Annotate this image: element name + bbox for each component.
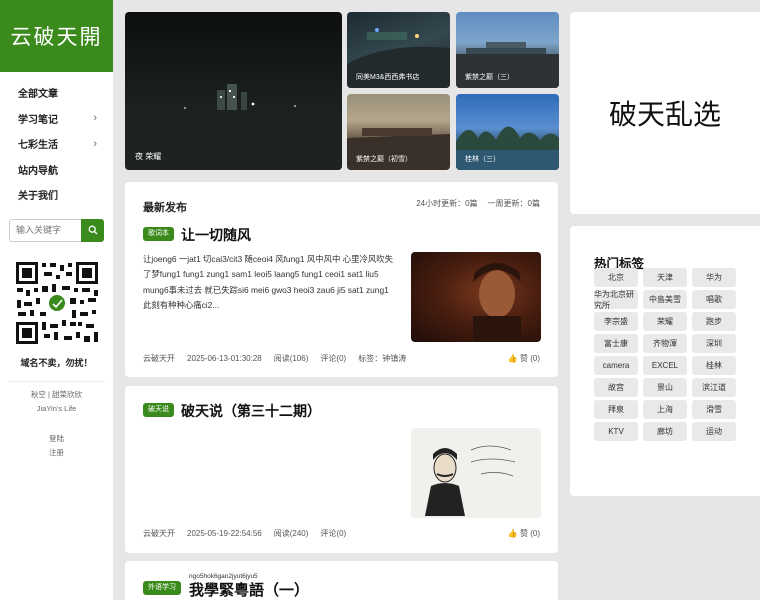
post-title[interactable]: 破天说（第三十二期） [181, 401, 321, 421]
tag-item[interactable]: KTV [594, 422, 638, 441]
tag-item[interactable]: 天津 [643, 268, 687, 287]
tag-item[interactable]: camera [594, 356, 638, 375]
post-author[interactable]: 云破天开 [143, 529, 175, 538]
post-excerpt: 让joeng6 一jat1 切cai3/cit3 随ceoi4 风fung1 风… [143, 254, 393, 311]
tag-item[interactable]: 中島美雪 [643, 290, 687, 309]
tag-item[interactable]: 荣耀 [643, 312, 687, 331]
tag-item[interactable]: EXCEL [643, 356, 687, 375]
post-comments[interactable]: 评论(0) [320, 354, 346, 363]
category-badge[interactable]: 外语学习 [143, 581, 181, 595]
night-city-photo [125, 84, 342, 170]
gallery-caption: 桂林（三） [465, 156, 500, 163]
post-title[interactable]: 我學緊粵語（一） [189, 579, 309, 600]
tag-item[interactable]: 唱歌 [692, 290, 736, 309]
gallery-item-guilin-3[interactable]: 桂林（三） [456, 94, 559, 170]
post-date: 2025-05-19-22:54:56 [187, 529, 262, 538]
nav-item-about-us[interactable]: 关于我们 [0, 182, 113, 208]
search-icon [88, 225, 97, 235]
qr-code [13, 259, 100, 346]
gallery-caption: 夜 荣耀 [135, 152, 162, 161]
post-reads: 阅读(106) [273, 354, 309, 363]
post-card: 最新发布 24小时更新：0篇 一周更新：0篇 歌词本 让一切随风 让joeng6 … [125, 182, 558, 377]
thumbs-up-icon: 👍 [507, 354, 518, 363]
register-link[interactable]: 注册 [0, 446, 113, 460]
search-input[interactable] [9, 218, 81, 242]
tag-item[interactable]: 华为 [692, 268, 736, 287]
post-reads: 阅读(240) [273, 529, 309, 538]
tag-item[interactable]: 北京 [594, 268, 638, 287]
gallery-caption: 紫禁之巅（三） [465, 74, 514, 81]
thumbs-up-icon: 👍 [507, 529, 518, 538]
post-comments[interactable]: 评论(0) [320, 529, 346, 538]
post-meta: 云破天开 2025-06-13-01:30:28 阅读(106) 评论(0) 标签：钟镇… [143, 353, 418, 364]
gallery-caption: 紫禁之巅（初雪） [356, 156, 412, 163]
post-card: 破天说 破天说（第三十二期） 云破天开 2025-05-19-22:54:56 阅读… [125, 386, 558, 553]
tag-item[interactable]: 廊坊 [643, 422, 687, 441]
tag-cloud: 北京 天津 华为 华为北京研究所 中島美雪 唱歌 李宗盛 荣耀 跑步 富士康 齐… [594, 268, 739, 441]
nav-item-study-notes[interactable]: 学习笔记 › [0, 106, 113, 132]
post-title[interactable]: 让一切随风 [181, 225, 251, 245]
tag-item[interactable]: 上海 [643, 400, 687, 419]
post-author[interactable]: 云破天开 [143, 354, 175, 363]
banner-title: 破天乱选 [570, 12, 760, 214]
tag-item[interactable]: 华为北京研究所 [594, 290, 638, 310]
tag-item[interactable]: 跑步 [692, 312, 736, 331]
qr-slogan: 域名不卖，勿扰！ [20, 357, 93, 368]
tag-item[interactable]: 拜泉 [594, 400, 638, 419]
tag-item[interactable]: 李宗盛 [594, 312, 638, 331]
chevron-right-icon: › [93, 112, 97, 125]
chevron-right-icon: › [93, 137, 97, 150]
search-form [9, 218, 104, 242]
site-logo[interactable]: 云破天開 [0, 0, 113, 72]
login-link[interactable]: 登陆 [0, 432, 113, 446]
post-card: 外语学习 ngo5hok6gan2jyut6jyu5 我學緊粵語（一） [125, 561, 558, 600]
footer-link-life[interactable]: JiaYin's Life [0, 402, 113, 416]
tag-item[interactable]: 滨江道 [692, 378, 736, 397]
latest-heading: 最新发布 [143, 202, 187, 214]
gallery-caption: 同美M3&西西弗书店 [356, 74, 420, 81]
footer-link-friends[interactable]: 秋空 | 甜菜欣欣 [0, 388, 113, 402]
tag-item[interactable]: 滑雪 [692, 400, 736, 419]
gallery-item-forbidden-city-snow[interactable]: 紫禁之巅（初雪） [347, 94, 450, 170]
nav-item-all-articles[interactable]: 全部文章 [0, 80, 113, 106]
update-counts: 24小时更新：0篇 一周更新：0篇 [416, 199, 540, 208]
gallery-item-night-honor[interactable]: 夜 荣耀 [125, 12, 342, 170]
gallery-item-forbidden-city-3[interactable]: 紫禁之巅（三） [456, 12, 559, 88]
gallery-item-bookstore[interactable]: 同美M3&西西弗书店 [347, 12, 450, 88]
tag-item[interactable]: 故宫 [594, 378, 638, 397]
post-thumbnail[interactable] [411, 252, 541, 342]
post-meta: 云破天开 2025-05-19-22:54:56 阅读(240) 评论(0) [143, 528, 358, 539]
post-tags[interactable]: 标签：钟镇涛 [358, 354, 406, 363]
like-button[interactable]: 👍 赞 (0) [508, 353, 540, 364]
tag-item[interactable]: 齐物渾 [643, 334, 687, 353]
tag-item[interactable]: 富士康 [594, 334, 638, 353]
post-date: 2025-06-13-01:30:28 [187, 354, 262, 363]
tag-item[interactable]: 景山 [643, 378, 687, 397]
tag-item[interactable]: 深圳 [692, 334, 736, 353]
category-badge[interactable]: 歌词本 [143, 227, 174, 241]
hot-tags-panel: 热门标签 北京 天津 华为 华为北京研究所 中島美雪 唱歌 李宗盛 荣耀 跑步 … [570, 226, 760, 496]
divider [8, 380, 105, 382]
search-button[interactable] [81, 218, 104, 242]
like-button[interactable]: 👍 赞 (0) [508, 528, 540, 539]
nav-item-site-navigation[interactable]: 站内导航 [0, 157, 113, 183]
nav-item-colorful-life[interactable]: 七彩生活 › [0, 131, 113, 157]
category-badge[interactable]: 破天说 [143, 403, 174, 417]
post-thumbnail[interactable] [411, 428, 541, 518]
sidebar: 云破天開 全部文章 学习笔记 › 七彩生活 › 站内导航 关于我们 输入关键字 … [0, 0, 113, 600]
tag-item[interactable]: 运动 [692, 422, 736, 441]
main-nav: 全部文章 学习笔记 › 七彩生活 › 站内导航 关于我们 [0, 80, 113, 208]
tag-item[interactable]: 桂林 [692, 356, 736, 375]
